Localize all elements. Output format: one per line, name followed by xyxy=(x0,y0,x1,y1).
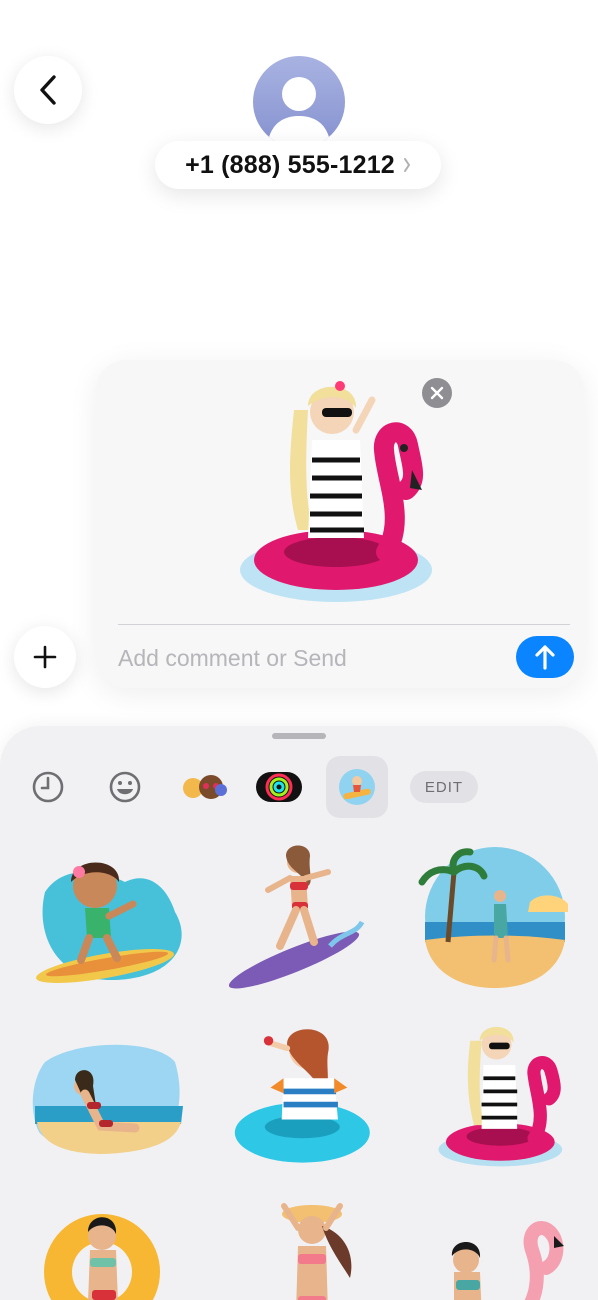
edit-button[interactable]: EDIT xyxy=(410,771,478,803)
sticker-surfing-woman-bikini[interactable] xyxy=(210,842,380,992)
sticker-preview-woman-flamingo-float xyxy=(240,381,432,602)
close-icon xyxy=(430,386,444,400)
sticker-bikini-beach-sunbath[interactable] xyxy=(25,1032,195,1182)
drawer-grabber[interactable] xyxy=(272,733,326,739)
arrow-up-icon xyxy=(535,645,555,670)
chevron-right-icon xyxy=(403,158,411,172)
plus-icon xyxy=(33,645,57,669)
tab-stickers[interactable] xyxy=(326,756,388,818)
tab-memoji[interactable] xyxy=(172,756,234,818)
send-button[interactable] xyxy=(516,636,574,678)
compose-divider xyxy=(118,624,570,625)
remove-attachment-button[interactable] xyxy=(422,378,452,408)
compose-card xyxy=(96,360,584,688)
sticker-woman-sun-hat[interactable] xyxy=(232,1192,402,1300)
contact-number: +1 (888) 555-1212 xyxy=(185,150,395,179)
clock-icon xyxy=(32,771,64,803)
add-attachment-button[interactable] xyxy=(14,626,76,688)
sticker-woman-blue-swim-ring[interactable] xyxy=(222,1022,392,1172)
contact-name-pill[interactable]: +1 (888) 555-1212 xyxy=(155,141,441,189)
sticker-pack-icon xyxy=(339,769,375,805)
tab-activity[interactable] xyxy=(248,756,310,818)
activity-rings-icon xyxy=(256,772,302,802)
person-silhouette-icon xyxy=(267,77,331,148)
chevron-left-icon xyxy=(40,75,56,105)
sticker-surfing-girl-cartoon[interactable] xyxy=(25,842,195,992)
tab-emoji[interactable] xyxy=(94,756,156,818)
sticker-woman-flamingo-float[interactable] xyxy=(420,1022,590,1172)
comment-input[interactable] xyxy=(118,640,478,676)
sticker-beach-palm-woman[interactable] xyxy=(410,842,580,992)
contact-avatar[interactable] xyxy=(253,56,345,148)
sticker-drawer: EDIT xyxy=(0,726,598,1300)
memoji-icon xyxy=(183,775,227,799)
back-button[interactable] xyxy=(14,56,82,124)
tab-recents[interactable] xyxy=(17,756,79,818)
smiley-icon xyxy=(109,771,141,803)
sticker-woman-pink-flamingo[interactable] xyxy=(420,1202,590,1300)
sticker-woman-yellow-swim-ring[interactable] xyxy=(30,1202,200,1300)
